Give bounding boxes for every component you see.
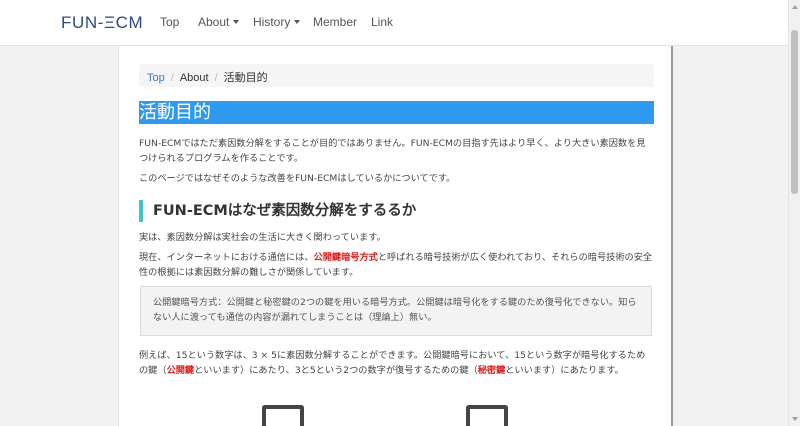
- caret-down-icon: [233, 20, 240, 24]
- page-title: 活動目的: [139, 101, 654, 124]
- section-heading: FUN-ECMはなぜ素因数分解をするるか: [139, 200, 654, 222]
- text-span: 現在、インターネットにおける通信には、: [139, 252, 314, 263]
- definition-quote: 公開鍵暗号方式：公開鍵と秘密鍵の2つの鍵を用いる暗号方式。公開鍵は暗号化をする鍵…: [140, 286, 652, 336]
- breadcrumb: Top / About / 活動目的: [139, 64, 654, 87]
- breadcrumb-current: 活動目的: [223, 72, 268, 84]
- computer-illustration-right: [466, 405, 508, 426]
- nav-item-label: About: [198, 15, 230, 29]
- nav-item-about[interactable]: About: [198, 15, 240, 29]
- intro-paragraph-1: FUN-ECMではただ素因数分解をすることが目的ではありません。FUN-ECMの…: [139, 138, 646, 164]
- nav-item-label: History: [253, 15, 291, 29]
- example-paragraph: 例えば、15という数字は、3 × 5に素因数分解することができます。公開鍵暗号に…: [139, 348, 654, 378]
- scrollbar-thumb[interactable]: [791, 30, 798, 194]
- section-paragraph-1: 実は、素因数分解は実社会の生活に大きく関わっています。: [139, 232, 386, 243]
- page-scrollbar[interactable]: [788, 0, 800, 426]
- breadcrumb-separator: /: [170, 72, 174, 84]
- public-key-crypto-highlight: 公開鍵暗号方式: [313, 252, 378, 263]
- text-span: といいます）にあたります。: [505, 365, 624, 376]
- nav-item-link[interactable]: Link: [371, 15, 393, 29]
- top-navbar: FUN-ΞCM Top About History Member Link: [0, 0, 788, 46]
- public-key-term: 公開鍵: [166, 365, 195, 376]
- scroll-up-arrow-icon[interactable]: [792, 5, 798, 9]
- nav-item-history[interactable]: History: [253, 15, 301, 29]
- breadcrumb-top-link[interactable]: Top: [147, 72, 165, 84]
- caret-down-icon: [294, 20, 301, 24]
- nav-item-label: Top: [160, 15, 180, 29]
- brand-logo[interactable]: FUN-ΞCM: [61, 13, 143, 33]
- private-key-term: 秘密鍵: [477, 365, 506, 376]
- nav-item-label: Member: [313, 15, 358, 29]
- main-content: Top / About / 活動目的 活動目的 FUN-ECMではただ素因数分解をするこ…: [118, 46, 673, 426]
- breadcrumb-separator: /: [214, 72, 218, 84]
- nav-item-label: Link: [371, 15, 394, 29]
- scroll-down-arrow-icon[interactable]: [792, 417, 798, 421]
- nav-item-top[interactable]: Top: [160, 15, 179, 29]
- section-paragraph-2: 現在、インターネットにおける通信には、公開鍵暗号方式と呼ばれる暗号技術が広く使わ…: [139, 250, 654, 280]
- nav-item-member[interactable]: Member: [313, 15, 357, 29]
- breadcrumb-about[interactable]: About: [180, 72, 209, 84]
- intro-paragraph-2: このページではなぜそのような改善をFUN-ECMはしているかについてです。: [139, 173, 456, 184]
- computer-illustration-left: [262, 405, 304, 426]
- text-span: といいます）にあたり、3と5という2つの数字が復号するための鍵（: [194, 365, 478, 376]
